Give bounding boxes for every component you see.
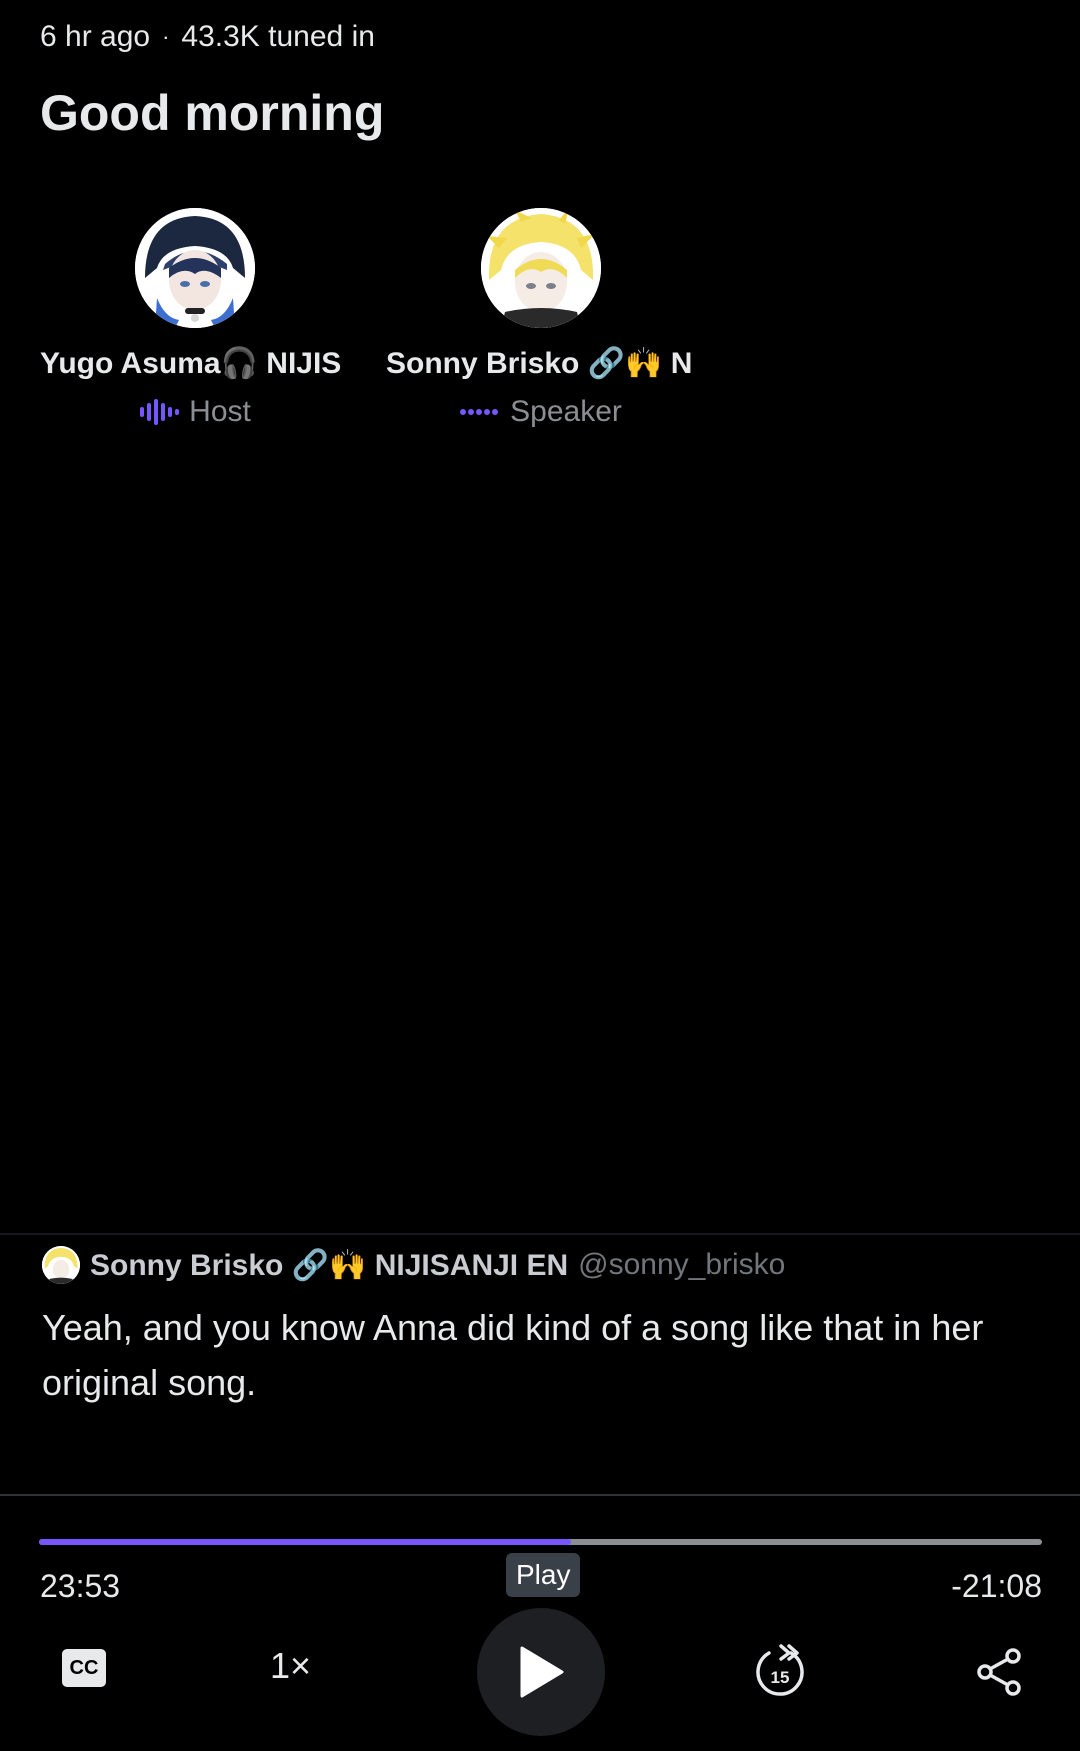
speaker-host[interactable]: Yugo Asuma🎧 NIJIS Host bbox=[40, 208, 350, 429]
time-ago: 6 hr ago bbox=[40, 20, 151, 53]
skip-forward-15-icon: 15 bbox=[756, 1644, 804, 1696]
role-label: Speaker bbox=[510, 395, 622, 428]
share-button[interactable] bbox=[970, 1643, 1028, 1701]
share-icon bbox=[977, 1648, 1021, 1696]
speaker-role: Host bbox=[40, 395, 350, 429]
caption-divider-top bbox=[0, 1233, 1080, 1235]
captions-button[interactable]: CC bbox=[62, 1649, 106, 1687]
progress-fill bbox=[39, 1539, 571, 1545]
caption-speaker-handle: @sonny_brisko bbox=[578, 1248, 786, 1281]
playback-progress-bar[interactable] bbox=[39, 1539, 1042, 1545]
speaker-name: Sonny Brisko 🔗🙌 N bbox=[386, 347, 693, 380]
caption-divider bbox=[0, 1494, 1080, 1496]
speaker-name: Yugo Asuma🎧 NIJIS bbox=[40, 347, 342, 380]
listener-count: 43.3K tuned in bbox=[181, 20, 375, 53]
speaker-guest[interactable]: Sonny Brisko 🔗🙌 N Speaker bbox=[386, 208, 696, 429]
elapsed-time: 23:53 bbox=[40, 1568, 121, 1604]
speaking-dots-icon bbox=[460, 409, 499, 415]
avatar-guest[interactable] bbox=[481, 208, 601, 328]
skip-forward-15-button[interactable]: 15 bbox=[751, 1643, 809, 1701]
avatar-host[interactable] bbox=[135, 208, 255, 328]
svg-text:15: 15 bbox=[771, 1668, 790, 1687]
space-title: Good morning bbox=[40, 85, 385, 141]
role-label: Host bbox=[189, 395, 251, 428]
play-button[interactable] bbox=[477, 1608, 605, 1736]
speaker-role: Speaker bbox=[386, 395, 696, 429]
speed-label: 1× bbox=[270, 1645, 312, 1686]
cc-icon: CC bbox=[69, 1656, 99, 1679]
audio-wave-icon bbox=[140, 399, 180, 425]
play-icon bbox=[520, 1646, 564, 1698]
caption-speaker[interactable]: Sonny Brisko 🔗🙌 NIJISANJI EN @sonny_bris… bbox=[42, 1246, 785, 1284]
space-meta: 6 hr ago · 43.3K tuned in bbox=[40, 20, 375, 54]
caption-speaker-name: Sonny Brisko 🔗🙌 NIJISANJI EN bbox=[90, 1248, 569, 1282]
remaining-time: -21:08 bbox=[951, 1568, 1042, 1604]
playback-speed-button[interactable]: 1× bbox=[270, 1645, 311, 1687]
caption-text: Yeah, and you know Anna did kind of a so… bbox=[42, 1307, 984, 1403]
play-tooltip: Play bbox=[506, 1553, 581, 1597]
meta-separator: · bbox=[162, 24, 170, 49]
caption-avatar bbox=[42, 1246, 80, 1284]
